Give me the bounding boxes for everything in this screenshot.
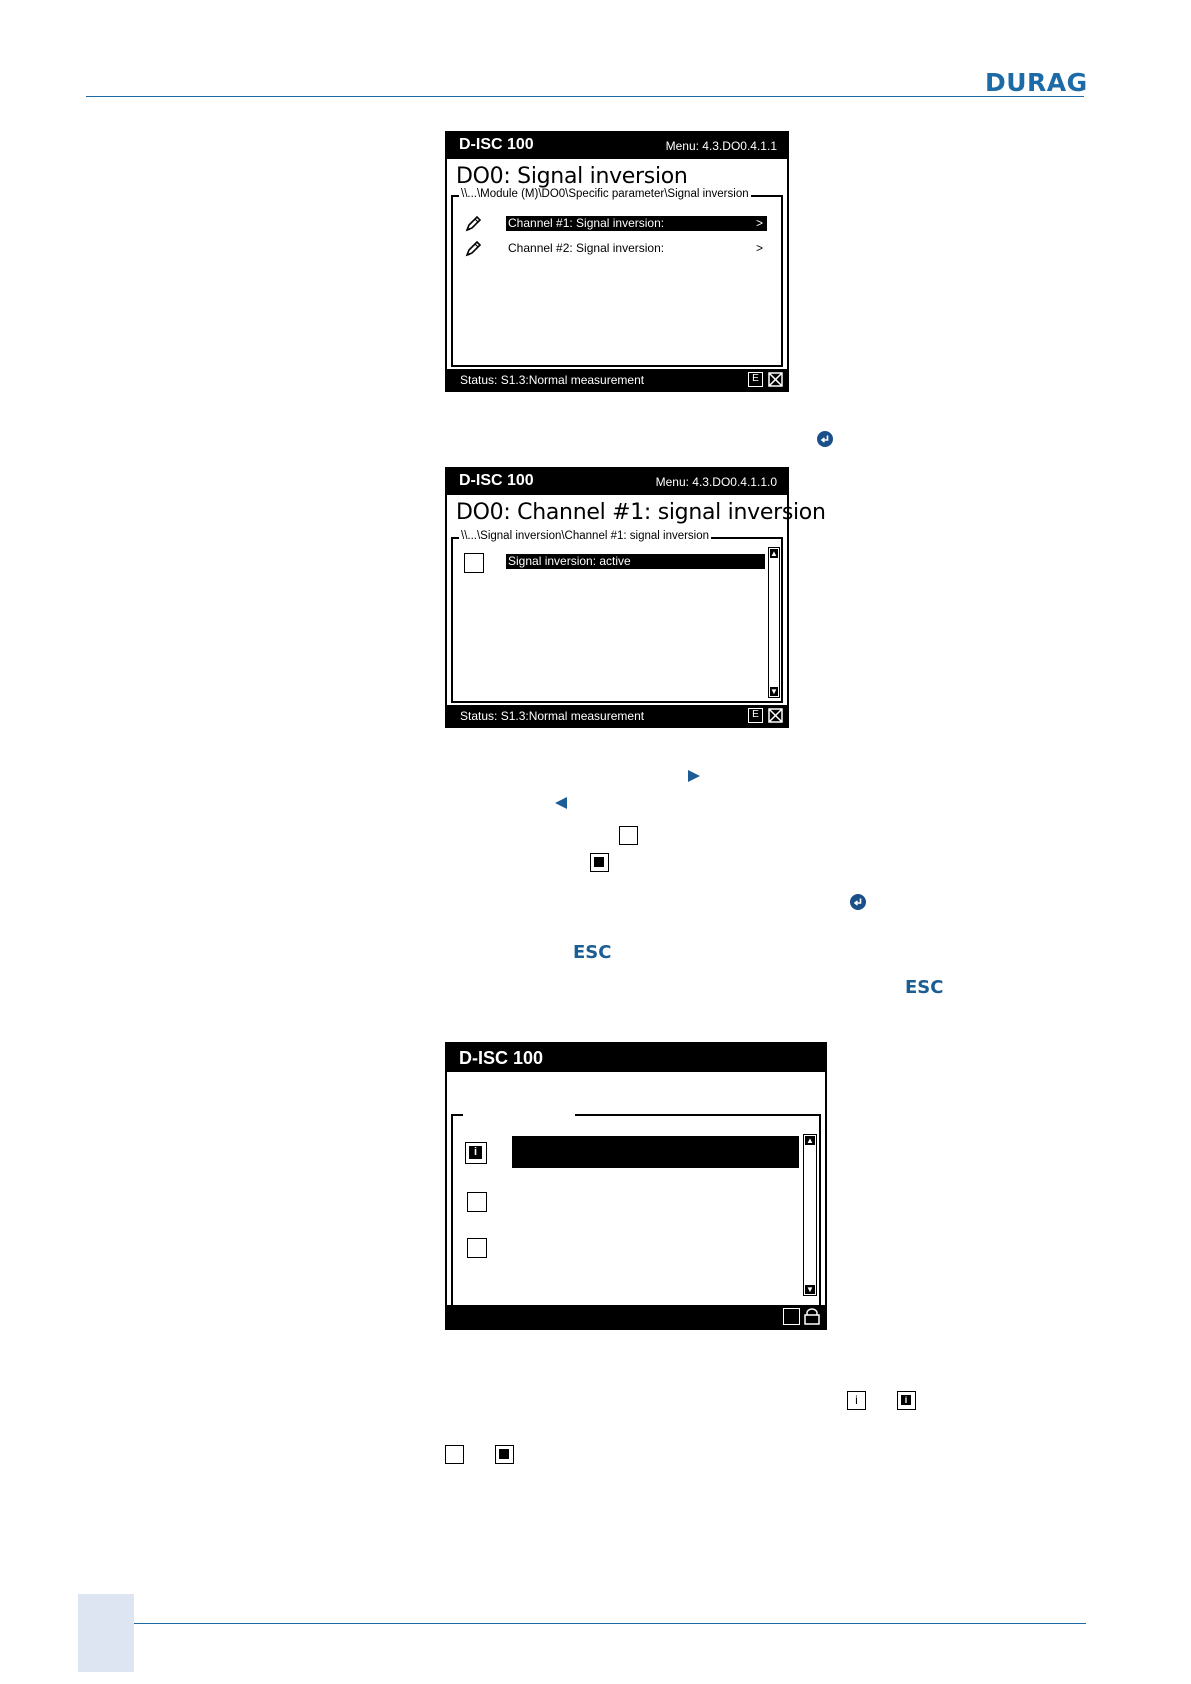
device-name: D-ISC 100 <box>459 136 534 153</box>
checkbox-checked-icon <box>590 853 609 872</box>
screen-heading: DO0: Channel #1: signal inversion <box>456 500 826 525</box>
row-label: Channel #2: Signal inversion: <box>508 241 665 255</box>
checkbox-empty-icon <box>445 1445 464 1464</box>
scrollbar[interactable]: ▲ ▼ <box>803 1134 817 1296</box>
pencil-icon <box>465 215 482 232</box>
status-bar: Status: S1.3:Normal measurement E <box>447 369 787 390</box>
scroll-up-icon[interactable]: ▲ <box>805 1136 815 1145</box>
checkbox-empty-icon[interactable] <box>467 1238 487 1258</box>
parameter-frame: i ▲ ▼ <box>451 1112 821 1307</box>
menu-number: Menu: 4.3.DO0.4.1.1.0 <box>655 475 777 489</box>
checkbox-empty-icon <box>619 826 638 845</box>
info-checkbox-icon[interactable]: i <box>465 1142 487 1164</box>
esc-key-icon: ESC <box>573 942 612 963</box>
status-bar <box>447 1305 825 1328</box>
chevron-right-icon: > <box>755 216 763 230</box>
status-text: Status: S1.3:Normal measurement <box>460 709 645 723</box>
menu-row-channel-2[interactable]: Channel #2: Signal inversion: > <box>506 241 767 256</box>
arrow-right-icon <box>688 770 700 782</box>
option-row-selected[interactable] <box>512 1136 799 1168</box>
checkbox-empty-icon[interactable] <box>467 1192 487 1212</box>
lcd-screen-channel-1-inversion: D-ISC 100 Menu: 4.3.DO0.4.1.1.0 DO0: Cha… <box>445 467 826 728</box>
scroll-up-icon[interactable]: ▲ <box>770 549 778 558</box>
lcd-title-bar: D-ISC 100 <box>447 1044 825 1072</box>
footer-rule <box>134 1623 1086 1624</box>
chevron-right-icon: > <box>755 241 763 255</box>
durag-logo: DURAG <box>985 68 1088 97</box>
locked-icon <box>768 372 783 387</box>
scrollbar[interactable]: ▲ ▼ <box>768 547 780 698</box>
lcd-title-bar: D-ISC 100 Menu: 4.3.DO0.4.1.1 <box>447 133 787 159</box>
locked-icon <box>768 708 783 723</box>
page-number-box <box>78 1594 134 1672</box>
menu-number: Menu: 4.3.DO0.4.1.1 <box>665 139 777 153</box>
scroll-down-icon[interactable]: ▼ <box>770 687 778 696</box>
arrow-left-icon <box>555 797 567 809</box>
path-gap <box>463 1112 575 1118</box>
header-rule <box>86 96 1084 97</box>
menu-row-channel-1[interactable]: Channel #1: Signal inversion: > <box>506 216 767 231</box>
lcd-screen-template: D-ISC 100 i ▲ ▼ <box>445 1042 827 1330</box>
checkbox-checked-icon <box>495 1445 514 1464</box>
option-row-signal-inversion[interactable]: Signal inversion: active <box>506 554 765 569</box>
blank-status-icon <box>783 1308 800 1325</box>
parameter-frame: \\...\Signal inversion\Channel #1: signa… <box>451 530 783 703</box>
info-empty-icon: i <box>847 1391 866 1410</box>
row-label: Channel #1: Signal inversion: <box>508 216 665 230</box>
edit-mode-icon: E <box>748 372 763 387</box>
esc-key-icon: ESC <box>905 977 944 998</box>
parameter-frame: \\...\Module (M)\DO0\Specific parameter\… <box>451 188 783 367</box>
row-label: Signal inversion: active <box>508 554 631 568</box>
unlocked-icon <box>804 1308 820 1325</box>
edit-mode-icon: E <box>748 708 763 723</box>
breadcrumb-path: \\...\Module (M)\DO0\Specific parameter\… <box>459 188 751 200</box>
enter-key-icon <box>850 894 866 910</box>
device-name: D-ISC 100 <box>459 1048 544 1068</box>
lcd-title-bar: D-ISC 100 Menu: 4.3.DO0.4.1.1.0 <box>447 469 787 495</box>
breadcrumb-path: \\...\Signal inversion\Channel #1: signa… <box>459 530 712 542</box>
status-text: Status: S1.3:Normal measurement <box>460 373 645 387</box>
checkbox-empty-icon[interactable] <box>464 553 484 573</box>
pencil-icon <box>465 240 482 257</box>
enter-key-icon <box>817 431 833 447</box>
lcd-screen-signal-inversion: D-ISC 100 Menu: 4.3.DO0.4.1.1 DO0: Signa… <box>445 131 789 392</box>
status-bar: Status: S1.3:Normal measurement E <box>447 705 787 726</box>
scroll-down-icon[interactable]: ▼ <box>805 1285 815 1294</box>
info-checked-icon: i <box>897 1391 916 1410</box>
device-name: D-ISC 100 <box>459 472 534 489</box>
screen-heading: DO0: Signal inversion <box>456 164 688 189</box>
